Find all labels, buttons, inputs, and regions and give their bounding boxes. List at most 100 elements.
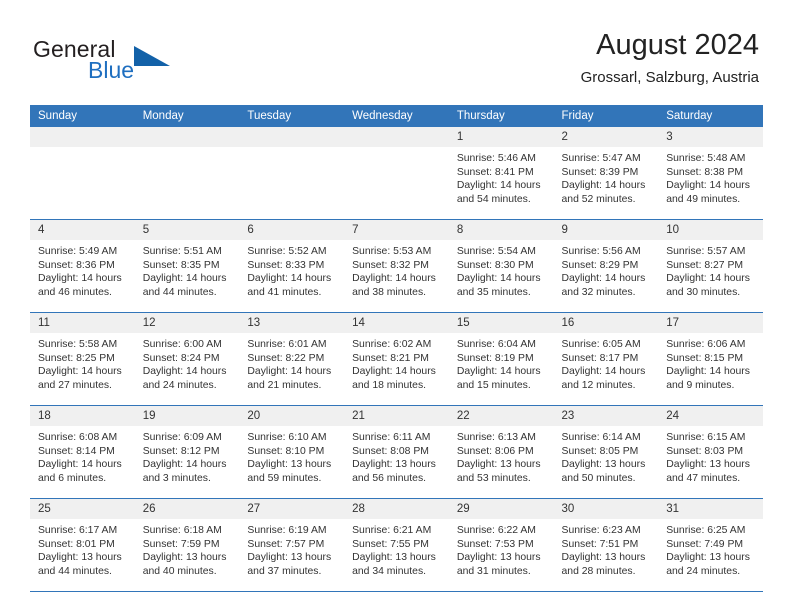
calendar-day-cell[interactable]: 26 Sunrise: 6:18 AM Sunset: 7:59 PM Dayligh… [134, 498, 240, 592]
daylight-text: Daylight: 13 hours and 53 minutes. [456, 459, 541, 484]
daylight-text: Daylight: 13 hours and 56 minutes. [352, 459, 436, 484]
calendar-day-cell[interactable]: 9 Sunrise: 5:56 AM Sunset: 8:29 PM Daylight… [553, 219, 659, 313]
calendar-day-cell[interactable]: 6 Sunrise: 5:52 AM Sunset: 8:33 PM Daylight… [239, 219, 345, 313]
day-number: 11 [30, 313, 135, 333]
calendar-day-cell[interactable]: 29 Sunrise: 6:22 AM Sunset: 7:53 PM Dayligh… [448, 498, 554, 592]
calendar-day-cell[interactable]: 17 Sunrise: 6:06 AM Sunset: 8:15 PM Dayligh… [658, 312, 763, 406]
calendar-day-cell[interactable]: 28 Sunrise: 6:21 AM Sunset: 7:55 PM Dayligh… [344, 498, 449, 592]
calendar-day-cell[interactable]: 3 Sunrise: 5:48 AM Sunset: 8:38 PM Daylight… [658, 127, 763, 220]
day-info: Sunrise: 5:48 AM Sunset: 8:38 PM Daylight:… [658, 147, 763, 206]
day-number: 9 [553, 220, 659, 240]
daylight-text: Daylight: 13 hours and 31 minutes. [456, 552, 541, 577]
calendar-day-cell[interactable]: 22 Sunrise: 6:13 AM Sunset: 8:06 PM Dayligh… [448, 405, 554, 499]
daylight-text: Daylight: 13 hours and 28 minutes. [561, 552, 646, 577]
calendar-day-cell[interactable]: 30 Sunrise: 6:23 AM Sunset: 7:51 PM Dayligh… [553, 498, 659, 592]
sunrise-text: Sunrise: 5:53 AM [352, 246, 432, 257]
day-info: Sunrise: 6:17 AM Sunset: 8:01 PM Daylight:… [30, 519, 135, 578]
day-info: Sunrise: 6:04 AM Sunset: 8:19 PM Daylight:… [449, 333, 554, 392]
sunset-text: Sunset: 8:36 PM [38, 259, 115, 271]
day-number: 26 [134, 499, 240, 519]
daylight-text: Daylight: 14 hours and 46 minutes. [38, 273, 122, 298]
calendar-day-cell[interactable]: 15 Sunrise: 6:04 AM Sunset: 8:19 PM Dayligh… [448, 312, 554, 406]
sunrise-text: Sunrise: 6:06 AM [666, 339, 746, 350]
sunrise-text: Sunrise: 6:02 AM [352, 339, 432, 350]
calendar-day-cell[interactable]: 1 Sunrise: 5:46 AM Sunset: 8:41 PM Daylight… [448, 127, 554, 220]
sunrise-text: Sunrise: 5:48 AM [666, 153, 746, 164]
calendar-day-cell[interactable]: 19 Sunrise: 6:09 AM Sunset: 8:12 PM Dayligh… [134, 405, 240, 499]
calendar-day-cell[interactable]: 18 Sunrise: 6:08 AM Sunset: 8:14 PM Dayligh… [30, 405, 135, 499]
calendar-day-cell[interactable]: 31 Sunrise: 6:25 AM Sunset: 7:49 PM Dayligh… [658, 498, 763, 592]
calendar-day-cell[interactable]: 27 Sunrise: 6:19 AM Sunset: 7:57 PM Dayligh… [239, 498, 345, 592]
day-info: Sunrise: 5:57 AM Sunset: 8:27 PM Daylight:… [658, 240, 763, 299]
calendar-day-cell[interactable]: 11 Sunrise: 5:58 AM Sunset: 8:25 PM Dayligh… [30, 312, 135, 406]
sunrise-text: Sunrise: 5:58 AM [38, 339, 118, 350]
day-number: 14 [344, 313, 449, 333]
calendar-day-cell[interactable]: 16 Sunrise: 6:05 AM Sunset: 8:17 PM Dayligh… [553, 312, 659, 406]
sunset-text: Sunset: 7:49 PM [666, 538, 744, 550]
calendar-body: 1 Sunrise: 5:46 AM Sunset: 8:41 PM Daylight… [30, 127, 763, 592]
sunrise-text: Sunrise: 5:49 AM [38, 246, 118, 257]
sunrise-text: Sunrise: 5:51 AM [142, 246, 222, 257]
sunset-text: Sunset: 8:03 PM [666, 445, 744, 457]
sunrise-text: Sunrise: 6:21 AM [352, 525, 432, 536]
sunrise-text: Sunrise: 6:23 AM [561, 525, 641, 536]
calendar-day-cell[interactable]: 21 Sunrise: 6:11 AM Sunset: 8:08 PM Dayligh… [344, 405, 449, 499]
sunset-text: Sunset: 7:59 PM [142, 538, 220, 550]
calendar-day-cell[interactable]: 23 Sunrise: 6:14 AM Sunset: 8:05 PM Dayligh… [553, 405, 659, 499]
day-info: Sunrise: 5:53 AM Sunset: 8:32 PM Daylight:… [344, 240, 449, 299]
day-info: Sunrise: 5:54 AM Sunset: 8:30 PM Daylight:… [449, 240, 554, 299]
page-header: General Blue August 2024 Grossarl, Salzb… [0, 0, 792, 100]
daylight-text: Daylight: 14 hours and 12 minutes. [561, 366, 646, 391]
day-number [239, 127, 345, 147]
daylight-text: Daylight: 14 hours and 24 minutes. [142, 366, 227, 391]
calendar-day-cell[interactable]: 20 Sunrise: 6:10 AM Sunset: 8:10 PM Dayligh… [239, 405, 345, 499]
daylight-text: Daylight: 13 hours and 37 minutes. [247, 552, 332, 577]
day-number: 8 [448, 220, 554, 240]
calendar-day-cell[interactable]: 24 Sunrise: 6:15 AM Sunset: 8:03 PM Dayligh… [658, 405, 763, 499]
logo-text-blue: Blue [88, 57, 135, 83]
sunset-text: Sunset: 8:30 PM [456, 259, 534, 271]
calendar-day-cell[interactable]: 8 Sunrise: 5:54 AM Sunset: 8:30 PM Daylight… [448, 219, 554, 313]
sunset-text: Sunset: 8:32 PM [352, 259, 429, 271]
daylight-text: Daylight: 13 hours and 59 minutes. [247, 459, 332, 484]
calendar-cell-empty [239, 127, 345, 220]
weekday-header-friday: Friday [553, 105, 659, 127]
calendar-day-cell[interactable]: 4 Sunrise: 5:49 AM Sunset: 8:36 PM Daylight… [30, 219, 135, 313]
sunrise-text: Sunrise: 6:17 AM [38, 525, 118, 536]
sunrise-text: Sunrise: 5:47 AM [561, 153, 641, 164]
day-info: Sunrise: 6:01 AM Sunset: 8:22 PM Daylight:… [239, 333, 344, 392]
day-number: 5 [134, 220, 240, 240]
sunrise-text: Sunrise: 6:19 AM [247, 525, 327, 536]
calendar-day-cell[interactable]: 7 Sunrise: 5:53 AM Sunset: 8:32 PM Daylight… [344, 219, 449, 313]
day-number: 4 [30, 220, 135, 240]
day-number: 25 [30, 499, 135, 519]
title-block: August 2024 Grossarl, Salzburg, Austria [581, 28, 759, 87]
sunset-text: Sunset: 8:35 PM [142, 259, 220, 271]
calendar-day-cell[interactable]: 2 Sunrise: 5:47 AM Sunset: 8:39 PM Daylight… [553, 127, 659, 220]
calendar-header-row: Sunday Monday Tuesday Wednesday Thursday… [30, 105, 763, 127]
daylight-text: Daylight: 14 hours and 49 minutes. [666, 180, 750, 205]
sunrise-text: Sunrise: 5:57 AM [666, 246, 746, 257]
day-info: Sunrise: 6:00 AM Sunset: 8:24 PM Daylight:… [135, 333, 240, 392]
sunset-text: Sunset: 8:01 PM [38, 538, 115, 550]
weekday-header-monday: Monday [134, 105, 240, 127]
calendar-day-cell[interactable]: 25 Sunrise: 6:17 AM Sunset: 8:01 PM Dayligh… [30, 498, 135, 592]
day-number: 22 [448, 406, 554, 426]
daylight-text: Daylight: 14 hours and 32 minutes. [561, 273, 646, 298]
day-info: Sunrise: 5:52 AM Sunset: 8:33 PM Daylight:… [239, 240, 344, 299]
weekday-header-wednesday: Wednesday [344, 105, 449, 127]
general-blue-logo[interactable]: General Blue [33, 36, 223, 88]
weekday-header-thursday: Thursday [448, 105, 554, 127]
daylight-text: Daylight: 14 hours and 6 minutes. [38, 459, 122, 484]
calendar-cell-empty [344, 127, 449, 220]
day-info: Sunrise: 6:11 AM Sunset: 8:08 PM Daylight:… [344, 426, 449, 485]
sunset-text: Sunset: 8:25 PM [38, 352, 115, 364]
sunrise-text: Sunrise: 6:01 AM [247, 339, 327, 350]
day-info: Sunrise: 6:02 AM Sunset: 8:21 PM Daylight:… [344, 333, 449, 392]
logo-triangle-icon [134, 46, 170, 66]
calendar-day-cell[interactable]: 10 Sunrise: 5:57 AM Sunset: 8:27 PM Dayligh… [658, 219, 763, 313]
calendar-day-cell[interactable]: 13 Sunrise: 6:01 AM Sunset: 8:22 PM Dayligh… [239, 312, 345, 406]
calendar-day-cell[interactable]: 14 Sunrise: 6:02 AM Sunset: 8:21 PM Dayligh… [344, 312, 449, 406]
calendar-day-cell[interactable]: 5 Sunrise: 5:51 AM Sunset: 8:35 PM Daylight… [134, 219, 240, 313]
calendar-day-cell[interactable]: 12 Sunrise: 6:00 AM Sunset: 8:24 PM Dayligh… [134, 312, 240, 406]
